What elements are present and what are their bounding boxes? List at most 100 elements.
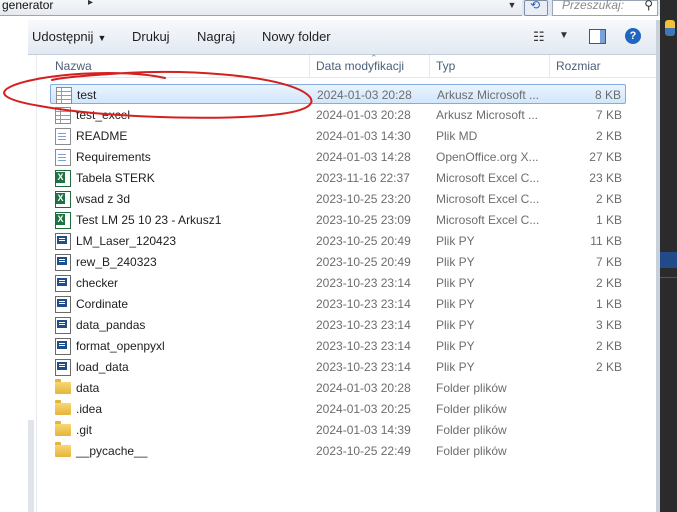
column-header-row: Nazwa ⌃ Data modyfikacji Typ Rozmiar [37,53,656,78]
preview-pane-icon[interactable] [589,29,606,44]
file-name: wsad z 3d [76,192,131,206]
spreadsheet-icon [55,107,71,124]
address-path[interactable]: generator ▸ [0,0,522,16]
file-row[interactable]: .idea 2024-01-03 20:25 Folder plików [50,399,626,419]
print-button[interactable]: Drukuj [132,29,170,44]
column-divider[interactable] [309,55,310,77]
file-type: Plik MD [436,129,478,143]
navigation-scrollbar[interactable] [28,420,34,512]
refresh-button[interactable]: ⟲ [524,0,548,16]
view-dropdown-icon[interactable]: ▼ [559,30,569,41]
file-date: 2023-10-25 20:49 [316,234,411,248]
file-row[interactable]: Tabela STERK 2023-11-16 22:37 Microsoft Ex… [50,168,626,188]
spreadsheet-icon [56,87,72,104]
search-input[interactable]: Przeszukaj: ⚲ [552,0,658,16]
file-row[interactable]: LM_Laser_120423 2023-10-25 20:49 Plik PY 11… [50,231,626,251]
file-date: 2024-01-03 14:30 [316,129,411,143]
file-date: 2024-01-03 20:28 [317,88,412,102]
file-name: checker [76,276,119,290]
share-button[interactable]: Udostępnij ▼ [32,29,106,44]
file-type: Microsoft Excel C... [436,192,540,206]
burn-button[interactable]: Nagraj [197,29,235,44]
file-row[interactable]: .git 2024-01-03 14:39 Folder plików [50,420,626,440]
file-date: 2023-10-23 23:14 [316,339,411,353]
file-size: 27 KB [589,150,622,164]
file-row[interactable]: rew_B_240323 2023-10-25 20:49 Plik PY 7 KB [50,252,626,272]
excel-icon [55,170,71,187]
file-type: Microsoft Excel C... [436,213,540,227]
file-name: data [76,381,100,395]
column-header-name[interactable]: Nazwa [55,59,92,73]
column-divider[interactable] [429,55,430,77]
file-row[interactable]: Cordinate 2023-10-23 23:14 Plik PY 1 KB [50,294,626,314]
python-file-icon [55,338,71,355]
file-name: test_excel [76,108,131,122]
share-label: Udostępnij [32,29,94,44]
file-row-selected[interactable]: test 2024-01-03 20:28 Arkusz Microsoft ...… [50,84,626,104]
breadcrumb-arrow-icon[interactable]: ▸ [88,0,93,8]
help-icon[interactable]: ? [625,28,641,44]
file-row[interactable]: Requirements 2024-01-03 14:28 OpenOffice.o… [50,147,626,167]
refresh-icon: ⟲ [530,0,541,12]
file-size: 1 KB [595,297,622,311]
file-date: 2023-10-25 20:49 [316,255,411,269]
file-name: __pycache__ [76,444,148,458]
python-file-icon [55,233,71,250]
command-toolbar: Udostępnij ▼ Drukuj Nagraj Nowy folder ☷ … [28,20,658,55]
file-type: Plik PY [436,297,475,311]
file-type: Plik PY [436,339,475,353]
file-size: 2 KB [595,339,622,353]
background-selection [660,252,677,268]
file-date: 2024-01-03 14:39 [316,423,411,437]
column-divider[interactable] [549,55,550,77]
file-row[interactable]: checker 2023-10-23 23:14 Plik PY 2 KB [50,273,626,293]
excel-icon [55,212,71,229]
file-name: Cordinate [76,297,129,311]
file-type: Plik PY [436,255,475,269]
file-row[interactable]: __pycache__ 2023-10-25 22:49 Folder plików [50,441,626,461]
folder-icon [55,379,71,394]
column-header-type[interactable]: Typ [436,59,455,73]
file-name: LM_Laser_120423 [76,234,177,248]
chevron-down-icon: ▼ [97,33,107,43]
file-size: 2 KB [595,192,622,206]
python-file-icon [55,296,71,313]
file-row[interactable]: load_data 2023-10-23 23:14 Plik PY 2 KB [50,357,626,377]
file-type: Plik PY [436,318,475,332]
address-bar-area: generator ▸ ▼ ⟲ Przeszukaj: ⚲ [0,0,677,16]
file-size: 7 KB [595,108,622,122]
file-row[interactable]: data 2024-01-03 20:28 Folder plików [50,378,626,398]
python-file-icon [55,317,71,334]
file-type: Folder plików [436,444,507,458]
file-size: 3 KB [595,318,622,332]
address-dropdown-icon[interactable]: ▼ [504,0,520,14]
file-type: Arkusz Microsoft ... [437,88,540,102]
file-type: OpenOffice.org X... [436,150,539,164]
file-size: 7 KB [595,255,622,269]
folder-icon [55,442,71,457]
document-icon [55,128,71,145]
file-row[interactable]: format_openpyxl 2023-10-23 23:14 Plik PY 2 … [50,336,626,356]
file-size: 23 KB [589,171,622,185]
new-folder-button[interactable]: Nowy folder [262,29,331,44]
window-right-border [656,20,660,512]
file-row[interactable]: data_pandas 2023-10-23 23:14 Plik PY 3 KB [50,315,626,335]
file-date: 2023-11-16 22:37 [316,171,410,185]
file-size: 11 KB [590,234,622,248]
file-row[interactable]: test_excel 2024-01-03 20:28 Arkusz Microso… [50,105,626,125]
search-icon[interactable]: ⚲ [644,0,653,12]
file-row[interactable]: Test LM 25 10 23 - Arkusz1 2023-10-25 23:… [50,210,626,230]
file-size: 2 KB [595,360,622,374]
view-options-icon[interactable]: ☷ [533,29,545,45]
excel-icon [55,191,71,208]
column-header-size[interactable]: Rozmiar [556,59,601,73]
search-placeholder: Przeszukaj: [562,0,625,12]
address-path-segment[interactable]: generator [2,0,53,12]
file-date: 2024-01-03 20:28 [316,381,411,395]
column-header-date[interactable]: Data modyfikacji [316,59,404,73]
file-row[interactable]: wsad z 3d 2023-10-25 23:20 Microsoft Excel… [50,189,626,209]
file-date: 2023-10-25 23:20 [316,192,411,206]
file-row[interactable]: README 2024-01-03 14:30 Plik MD 2 KB [50,126,626,146]
file-name: format_openpyxl [76,339,165,353]
file-date: 2024-01-03 14:28 [316,150,411,164]
